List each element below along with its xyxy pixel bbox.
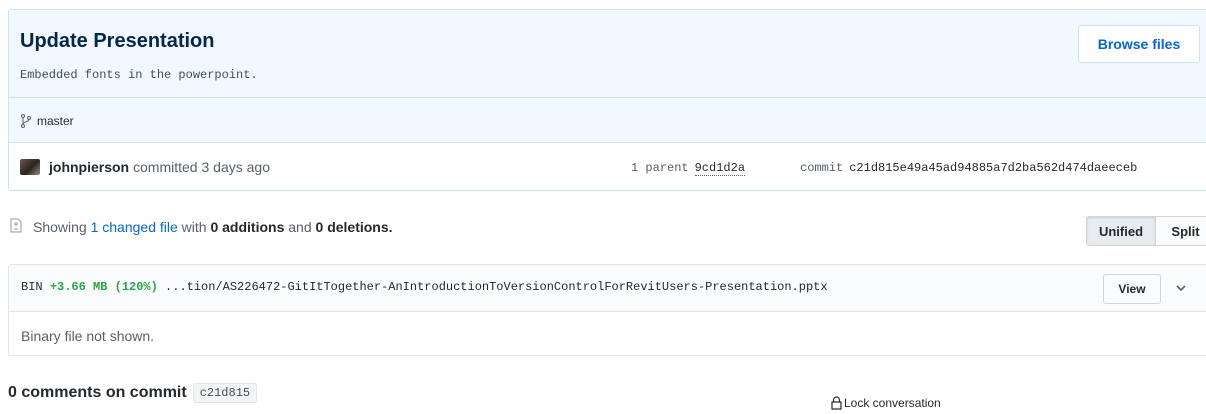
file-diff: BIN +3.66 MB (120%) ...tion/AS226472-Git… (8, 264, 1206, 356)
lock-label: Lock conversation (844, 396, 941, 410)
git-branch-icon (21, 114, 31, 128)
parent-sha-link[interactable]: 9cd1d2a (694, 161, 746, 176)
author-link[interactable]: johnpierson (49, 159, 129, 175)
commit-sha: c21d815e49a45ad94885a7d2ba562d474daeeceb (849, 161, 1138, 175)
branch-info: master (20, 114, 74, 128)
bin-label: BIN (21, 280, 43, 294)
deletions-count: 0 deletions. (315, 219, 393, 235)
view-file-button[interactable]: View (1103, 274, 1161, 304)
comments-title: 0 comments on commit (8, 384, 187, 401)
parent-label: 1 parent (631, 161, 689, 175)
parent-info: 1 parent 9cd1d2a (631, 161, 746, 176)
unified-button[interactable]: Unified (1086, 216, 1156, 246)
file-path[interactable]: ...tion/AS226472-GitItTogether-AnIntrodu… (165, 280, 828, 294)
additions-count: 0 additions (210, 219, 285, 235)
commit-sha-badge: c21d815 (192, 383, 258, 403)
with-text: with (181, 219, 207, 235)
split-button[interactable]: Split (1156, 216, 1206, 246)
author-line: johnpierson committed 3 days ago (49, 159, 270, 175)
committed-text: committed 3 days ago (133, 159, 270, 175)
commit-meta: johnpierson committed 3 days ago 1 paren… (9, 142, 1206, 191)
browse-files-button[interactable]: Browse files (1078, 25, 1200, 63)
diff-summary-bar: Showing 1 changed file with 0 additions … (8, 216, 1206, 246)
commit-title: Update Presentation (20, 30, 215, 52)
lock-conversation-link[interactable]: Lock conversation (831, 396, 941, 410)
diff-summary-text: Showing 1 changed file with 0 additions … (33, 219, 393, 235)
lock-icon (831, 396, 842, 410)
divider (9, 97, 1206, 98)
branch-name[interactable]: master (37, 114, 74, 128)
binary-file-message: Binary file not shown. (21, 328, 155, 344)
and-text: and (288, 219, 312, 235)
avatar[interactable] (20, 159, 40, 175)
diff-view-toggle: Unified Split (1086, 216, 1206, 246)
commit-label: commit (800, 161, 844, 175)
file-size-change: +3.66 MB (120%) (49, 280, 158, 294)
file-diff-icon (10, 218, 22, 233)
commit-header: Update Presentation Embedded fonts in th… (9, 10, 1206, 142)
commit-sha-info: commit c21d815e49a45ad94885a7d2ba562d474d… (800, 161, 1137, 175)
commit-description: Embedded fonts in the powerpoint. (20, 68, 258, 82)
commit-box: Update Presentation Embedded fonts in th… (8, 9, 1206, 191)
chevron-down-icon[interactable] (1175, 283, 1187, 293)
file-header: BIN +3.66 MB (120%) ...tion/AS226472-Git… (9, 265, 1206, 312)
file-info: BIN +3.66 MB (120%) ...tion/AS226472-Git… (21, 280, 828, 294)
comments-heading: 0 comments on commit c21d815 (8, 383, 258, 403)
showing-text: Showing (33, 219, 87, 235)
changed-files-link[interactable]: 1 changed file (91, 219, 178, 235)
